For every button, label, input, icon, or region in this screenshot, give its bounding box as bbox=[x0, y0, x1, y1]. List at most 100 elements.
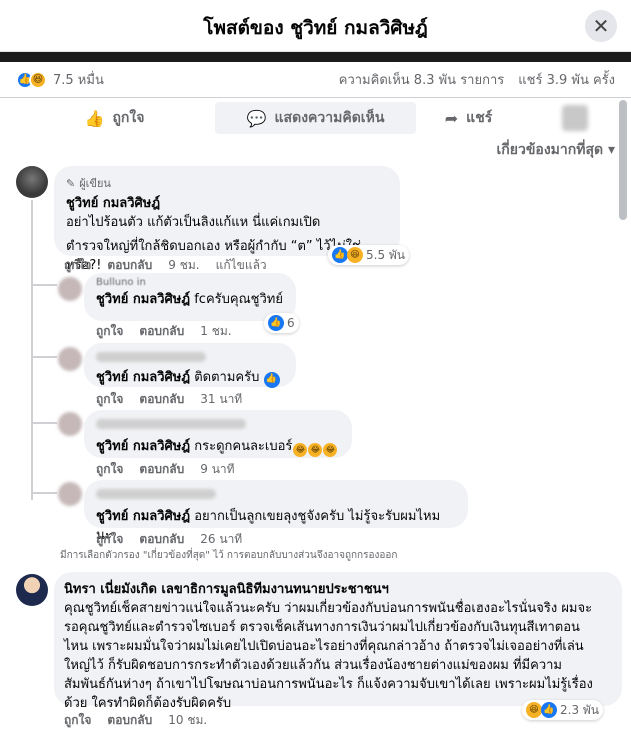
comment-text-line: คุณชูวิทย์เช็คสายข่าวแน่ใจแล้วนะครับ ว่า… bbox=[64, 601, 593, 616]
reply-like-link[interactable]: ถูกใจ bbox=[96, 322, 123, 341]
avatar[interactable] bbox=[16, 166, 48, 198]
comment-author[interactable]: ชูวิทย์ กมลวิศิษฎ์ bbox=[66, 192, 388, 213]
thread-connector bbox=[33, 356, 57, 358]
comment-bubble: ✎ ผู้เขียน ชูวิทย์ กมลวิศิษฎ์ อย่าไปร้อน… bbox=[54, 166, 400, 273]
comment-count[interactable]: ความคิดเห็น 8.3 พัน รายการ bbox=[339, 69, 504, 90]
reaction-chip[interactable]: 👍 😆 5.5 พัน bbox=[328, 245, 410, 265]
avatar[interactable] bbox=[16, 574, 48, 606]
reply-mention[interactable]: ชูวิทย์ กมลวิศิษฎ์ bbox=[96, 370, 190, 385]
reply-bubble: ชูวิทย์ กมลวิศิษฎ์ อยากเป็นลูกเขยลุงชูจั… bbox=[84, 480, 468, 543]
share-button[interactable]: ➦ แชร์ bbox=[416, 102, 617, 134]
modal-title: โพสต์ของ ชูวิทย์ กมลวิศิษฎ์ bbox=[203, 17, 428, 39]
laughing-emoji-icon: 😂 bbox=[323, 442, 338, 457]
reply-bubble: ชูวิทย์ กมลวิศิษฎ์ กระดูกคนละเบอร์ 😂 😂 😂 bbox=[84, 410, 352, 458]
comment-text-line: สัมพันธ์กันห่างๆ ถ้าเขาไปโฆษณาบ่อนการพนั… bbox=[64, 677, 593, 692]
like-icon: 👍 bbox=[332, 247, 348, 263]
comment-author[interactable]: นิทรา เนี่ยมังเกิด เลขาธิการมูลนิธิทีมงา… bbox=[64, 578, 612, 599]
comment-text-line: ไหน เพราะผมมั่นใจว่าผมไม่เคยไปเปิดบ่อนอะ… bbox=[64, 639, 584, 654]
comment-text-line: อย่าไปร้อนตัว แก้ตัวเป็นลิงแก้แห นี่แค่เ… bbox=[66, 215, 321, 230]
thread-connector bbox=[33, 492, 57, 494]
share-avatar bbox=[562, 105, 589, 131]
laughing-emoji-icon: 😂 bbox=[293, 442, 308, 457]
reply-like-link[interactable]: ถูกใจ bbox=[96, 530, 123, 549]
reply-mention[interactable]: ชูวิทย์ กมลวิศิษฎ์ bbox=[96, 509, 190, 524]
avatar[interactable] bbox=[58, 412, 82, 436]
reply-bubble: ชูวิทย์ กมลวิศิษฎ์ ติดตามครับ 👍 bbox=[84, 343, 296, 388]
avatar[interactable] bbox=[58, 347, 82, 371]
share-icon: ➦ bbox=[444, 108, 459, 128]
thumbs-up-icon: 👍 bbox=[84, 108, 105, 128]
reply-like-link[interactable]: ถูกใจ bbox=[96, 460, 123, 479]
post-media-edge bbox=[0, 52, 631, 62]
pencil-icon: ✎ bbox=[66, 176, 76, 190]
reply-reply-link[interactable]: ตอบกลับ bbox=[139, 390, 184, 409]
blurred-name bbox=[96, 419, 246, 429]
like-label: ถูกใจ bbox=[112, 110, 145, 126]
haha-icon: 😆 bbox=[347, 247, 363, 263]
reaction-chip[interactable]: 👍 6 bbox=[264, 313, 299, 333]
like-icon: 👍 bbox=[268, 315, 284, 331]
comment-meta: ถูกใจ ตอบกลับ 10 ชม. bbox=[64, 711, 207, 730]
modal-header: โพสต์ของ ชูวิทย์ กมลวิศิษฎ์ ✕ bbox=[0, 0, 631, 52]
quoted-name: Bulluno in bbox=[96, 277, 146, 288]
reaction-chip[interactable]: 😆 👍 2.3 พัน bbox=[522, 700, 604, 720]
reply-mention[interactable]: ชูวิทย์ กมลวิศิษฎ์ bbox=[96, 439, 190, 454]
comment-label: แสดงความคิดเห็น bbox=[274, 110, 385, 126]
comment-text-line: รอคุณชูวิทย์และตำรวจไซเบอร์ ตรวจเช็คเส้น… bbox=[64, 620, 580, 635]
close-icon[interactable]: ✕ bbox=[585, 10, 617, 42]
comment-text-line: ใหญ่ไว้ ก็รับผิดชอบการกระทำตัวเองด้วยแล้… bbox=[64, 658, 562, 673]
reply-text: กระดูกคนละเบอร์ bbox=[194, 439, 293, 454]
thread-connector bbox=[33, 422, 57, 424]
reply-time[interactable]: 31 นาที bbox=[200, 390, 242, 409]
comment-button[interactable]: 💬 แสดงความคิดเห็น bbox=[215, 102, 416, 134]
reply-time[interactable]: 9 นาที bbox=[200, 460, 234, 479]
reaction-summary[interactable]: 👍 😆 7.5 หมื่น bbox=[16, 69, 104, 90]
reply-time[interactable]: 26 นาที bbox=[200, 530, 242, 549]
post-stats: 👍 😆 7.5 หมื่น ความคิดเห็น 8.3 พัน รายการ… bbox=[0, 62, 631, 98]
comment-icon: 💬 bbox=[246, 108, 267, 128]
share-label: แชร์ bbox=[466, 110, 493, 126]
reply-meta: ถูกใจ ตอบกลับ 1 ชม. bbox=[96, 322, 232, 341]
sort-label: เกี่ยวข้องมากที่สุด bbox=[496, 142, 604, 158]
reply-reply-link[interactable]: ตอบกลับ bbox=[139, 322, 184, 341]
reply-reply-link[interactable]: ตอบกลับ bbox=[139, 460, 184, 479]
like-button[interactable]: 👍 ถูกใจ bbox=[14, 102, 215, 134]
reply-text: fcครับคุณชูวิทย์ bbox=[194, 292, 283, 307]
comment-reply-link[interactable]: ตอบกลับ bbox=[107, 711, 152, 730]
share-count[interactable]: แชร์ 3.9 พัน ครั้ง bbox=[518, 69, 615, 90]
comment-time[interactable]: 10 ชม. bbox=[168, 711, 207, 730]
reply-bubble: Bulluno in ชูวิทย์ กมลวิศิษฎ์ fcครับคุณช… bbox=[84, 273, 296, 321]
reply-meta: ถูกใจ ตอบกลับ 26 นาที bbox=[96, 530, 242, 549]
chevron-down-icon: ▾ bbox=[607, 142, 615, 158]
haha-icon: 😆 bbox=[29, 70, 47, 89]
scrollbar[interactable] bbox=[619, 100, 627, 220]
comment-like-link[interactable]: ถูกใจ bbox=[64, 711, 91, 730]
reaction-chip-count: 2.3 พัน bbox=[560, 702, 600, 717]
post-actions: 👍 ถูกใจ 💬 แสดงความคิดเห็น ➦ แชร์ bbox=[0, 98, 631, 138]
avatar[interactable] bbox=[58, 482, 82, 506]
reply-mention[interactable]: ชูวิทย์ กมลวิศิษฎ์ bbox=[96, 292, 190, 307]
haha-icon: 😆 bbox=[526, 702, 542, 718]
author-badge-label: ผู้เขียน bbox=[79, 177, 111, 190]
reply-meta: ถูกใจ ตอบกลับ 31 นาที bbox=[96, 390, 242, 409]
reply-time[interactable]: 1 ชม. bbox=[200, 322, 231, 341]
laughing-emoji-icon: 😂 bbox=[308, 442, 323, 457]
reaction-chip-count: 5.5 พัน bbox=[366, 247, 406, 262]
sort-dropdown[interactable]: เกี่ยวข้องมากที่สุด ▾ bbox=[497, 139, 615, 161]
reply-text: ติดตามครับ bbox=[194, 370, 260, 385]
blurred-name bbox=[96, 489, 216, 499]
filter-note: มีการเลือกตัวกรอง "เกี่ยวข้องที่สุด" ไว้… bbox=[60, 550, 398, 561]
comment-bubble: นิทรา เนี่ยมังเกิด เลขาธิการมูลนิธิทีมงา… bbox=[54, 572, 622, 711]
reply-meta: ถูกใจ ตอบกลับ 9 นาที bbox=[96, 460, 235, 479]
like-icon: 👍 bbox=[541, 702, 557, 718]
author-badge: ✎ ผู้เขียน bbox=[66, 174, 388, 192]
reply-reply-link[interactable]: ตอบกลับ bbox=[139, 530, 184, 549]
reply-like-link[interactable]: ถูกใจ bbox=[96, 390, 123, 409]
comment-like-link[interactable]: ถูกใจ bbox=[64, 256, 91, 275]
avatar[interactable] bbox=[58, 277, 82, 301]
thread-line bbox=[31, 200, 33, 500]
blurred-name bbox=[96, 352, 206, 362]
reaction-chip-count: 6 bbox=[287, 316, 295, 330]
reaction-count: 7.5 หมื่น bbox=[53, 73, 104, 88]
thread-connector bbox=[33, 284, 57, 286]
